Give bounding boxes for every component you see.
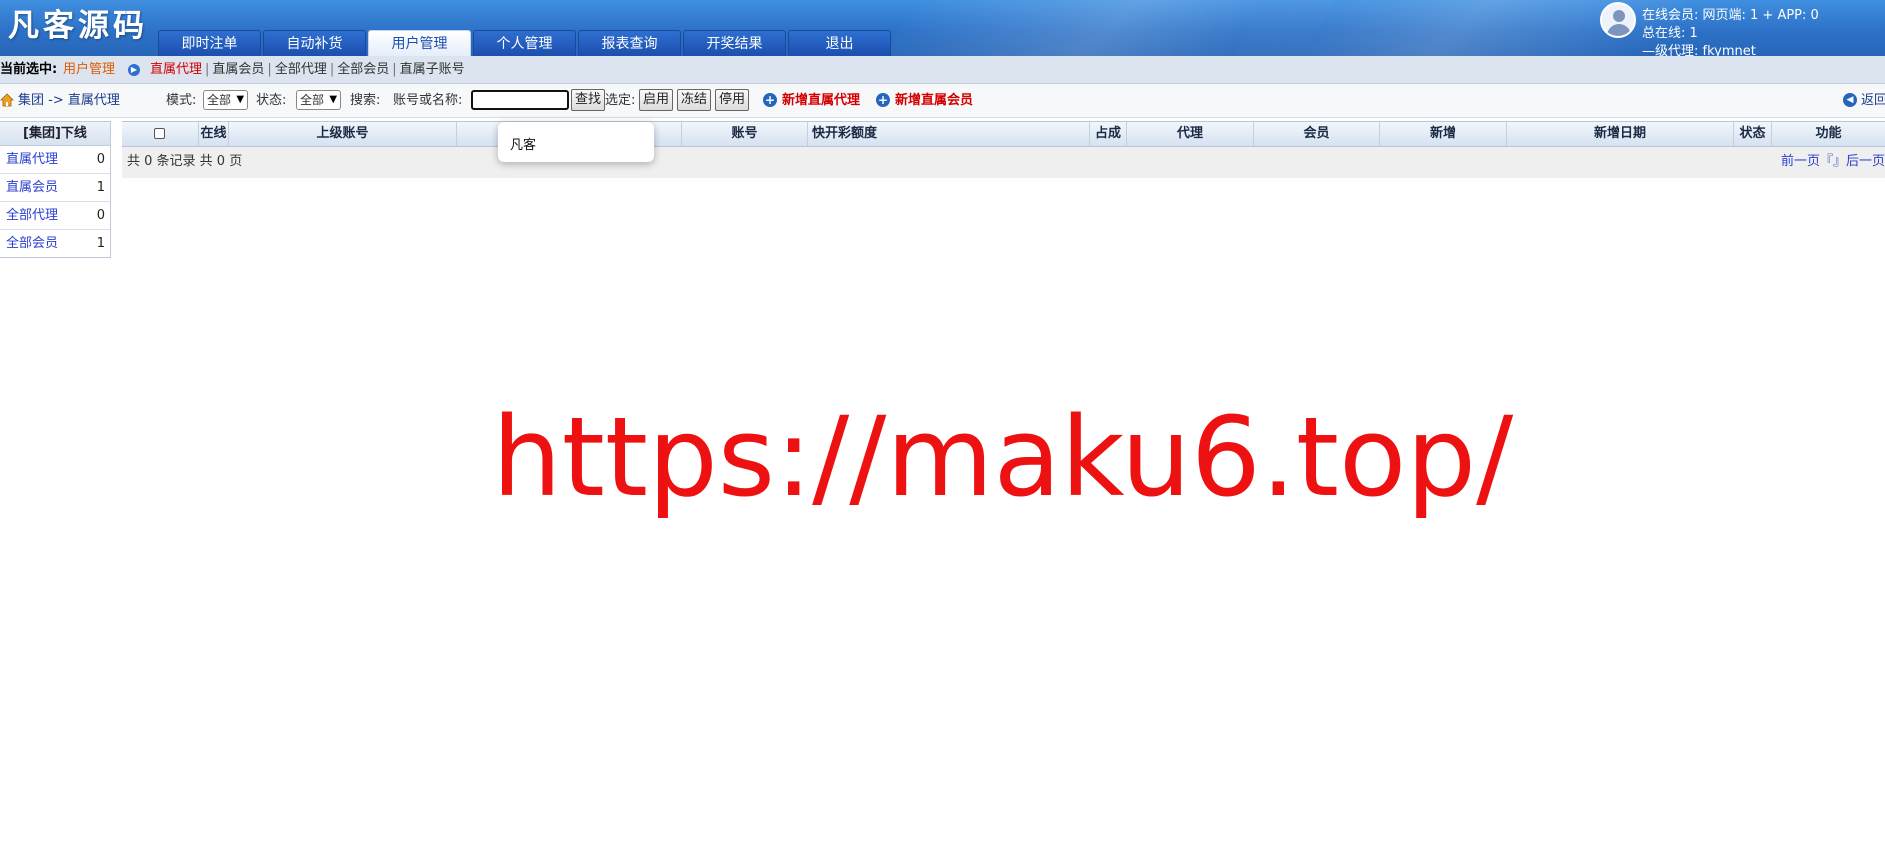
tab-user-management[interactable]: 用户管理: [368, 30, 471, 56]
sidebar-item-direct-members[interactable]: 直属会员 1: [0, 174, 110, 202]
home-icon[interactable]: [0, 93, 14, 107]
tab-instant-orders[interactable]: 即时注单: [158, 30, 261, 56]
chevron-down-icon: ▼: [329, 94, 338, 105]
tab-auto-replenish[interactable]: 自动补货: [263, 30, 366, 56]
app-logo: 凡客源码: [8, 8, 148, 44]
filter-toolbar: 集团 -> 直属代理 模式: 全部 ▼ 状态: 全部 ▼ 搜索: 账号或名称: …: [0, 84, 1885, 118]
col-members[interactable]: 会员: [1254, 122, 1380, 146]
current-section: 用户管理: [63, 62, 116, 77]
sub-nav-direct-members[interactable]: 直属会员: [212, 62, 264, 77]
col-new[interactable]: 新增: [1380, 122, 1507, 146]
sidebar-item-count: 1: [96, 180, 105, 195]
search-label: 搜索:: [350, 93, 381, 108]
sub-nav: 直属代理 | 直属会员 | 全部代理 | 全部会员 | 直属子账号: [150, 62, 465, 77]
sub-nav-sub-accounts[interactable]: 直属子账号: [400, 62, 465, 77]
sidebar-item-label: 全部会员: [6, 236, 59, 251]
search-suggestions-dropdown: 凡客: [498, 122, 654, 162]
main-nav: 即时注单 自动补货 用户管理 个人管理 报表查询 开奖结果 退出: [158, 30, 893, 56]
add-direct-member-link[interactable]: 新增直属会员: [895, 84, 973, 117]
sidebar-item-count: 0: [96, 208, 105, 223]
mode-select-value: 全部: [207, 93, 232, 107]
watermark-text: https://maku6.top/: [492, 393, 1514, 521]
status-label: 状态:: [256, 93, 287, 108]
col-functions: 功能: [1815, 126, 1842, 141]
add-direct-agent-link[interactable]: 新增直属代理: [782, 84, 860, 117]
avatar-icon: [1600, 2, 1636, 38]
total-online-text: 总在线: 1: [1642, 26, 1698, 41]
col-agents[interactable]: 代理: [1127, 122, 1254, 146]
account-table-header: 在线 上级账号 账号 快开彩额度 占成 代理 会员 新增 新增日期 状态 功能: [122, 121, 1885, 147]
search-input[interactable]: [471, 90, 569, 110]
disable-button[interactable]: 停用: [715, 89, 750, 111]
sidebar-item-direct-agents[interactable]: 直属代理 0: [0, 146, 110, 174]
sidebar-item-label: 直属代理: [6, 152, 59, 167]
col-new-date[interactable]: 新增日期: [1507, 122, 1734, 146]
add-member-icon[interactable]: +: [876, 93, 890, 107]
current-selection-bar: 当前选中: 用户管理 ▶ 直属代理 | 直属会员 | 全部代理 | 全部会员 | 直属子账号: [0, 56, 1885, 84]
freeze-button[interactable]: 冻结: [677, 89, 712, 111]
select-all-checkbox[interactable]: [154, 128, 165, 139]
online-members-text: 在线会员: 网页端: 1 + APP: 0: [1642, 8, 1819, 23]
location-breadcrumb[interactable]: 集团 -> 直属代理: [18, 84, 120, 117]
records-count: 共 0 条记录 共 0 页: [127, 154, 243, 169]
add-agent-icon[interactable]: +: [763, 93, 777, 107]
col-quick-lottery-credit[interactable]: 快开彩额度: [808, 122, 1090, 146]
current-selection-label: 当前选中:: [0, 62, 58, 77]
pager-links[interactable]: 前一页『』后一页: [1781, 147, 1885, 177]
mode-select[interactable]: 全部 ▼: [203, 90, 249, 110]
subordinate-panel-title: [集团]下线: [0, 122, 110, 146]
sidebar-item-count: 1: [96, 236, 105, 251]
subordinate-panel: [集团]下线 直属代理 0 直属会员 1 全部代理 0 全部会员 1: [0, 121, 111, 258]
select-label: 选定:: [605, 93, 636, 108]
col-parent-account[interactable]: 上级账号: [229, 122, 457, 146]
sidebar-item-label: 全部代理: [6, 208, 59, 223]
tab-draw-results[interactable]: 开奖结果: [683, 30, 786, 56]
sidebar-item-all-agents[interactable]: 全部代理 0: [0, 202, 110, 230]
enable-button[interactable]: 启用: [639, 89, 674, 111]
pagination-bar: 共 0 条记录 共 0 页 前一页『』后一页: [122, 147, 1885, 178]
play-arrow-icon: ▶: [128, 64, 140, 76]
col-share[interactable]: 占成: [1090, 122, 1127, 146]
tab-personal-management[interactable]: 个人管理: [473, 30, 576, 56]
sidebar-item-count: 0: [96, 152, 105, 167]
back-link[interactable]: 返回: [1861, 84, 1885, 117]
col-online[interactable]: 在线: [199, 122, 229, 146]
status-select-value: 全部: [300, 93, 325, 107]
chevron-down-icon: ▼: [236, 94, 245, 105]
sub-nav-all-members[interactable]: 全部会员: [337, 62, 389, 77]
sidebar-item-all-members[interactable]: 全部会员 1: [0, 230, 110, 257]
tab-logout[interactable]: 退出: [788, 30, 891, 56]
user-info-panel: 在线会员: 网页端: 1 + APP: 0 总在线: 1 —级代理: fkymn…: [1600, 2, 1885, 56]
sub-nav-all-agents[interactable]: 全部代理: [275, 62, 327, 77]
search-field-label: 账号或名称:: [393, 93, 463, 108]
tab-report-query[interactable]: 报表查询: [578, 30, 681, 56]
col-account[interactable]: 账号: [682, 122, 808, 146]
sub-nav-direct-agents[interactable]: 直属代理: [150, 62, 202, 77]
sidebar-item-label: 直属会员: [6, 180, 59, 195]
status-select[interactable]: 全部 ▼: [296, 90, 342, 110]
suggestion-item[interactable]: 凡客: [510, 134, 536, 153]
search-button[interactable]: 查找: [571, 89, 606, 111]
agent-account-text: —级代理: fkymnet: [1642, 44, 1756, 56]
col-status[interactable]: 状态: [1734, 122, 1772, 146]
top-header: 凡客源码 即时注单 自动补货 用户管理 个人管理 报表查询 开奖结果 退出 在线…: [0, 0, 1885, 56]
back-icon[interactable]: ◀: [1843, 93, 1857, 107]
mode-label: 模式:: [166, 93, 197, 108]
select-all-column: [122, 122, 199, 146]
